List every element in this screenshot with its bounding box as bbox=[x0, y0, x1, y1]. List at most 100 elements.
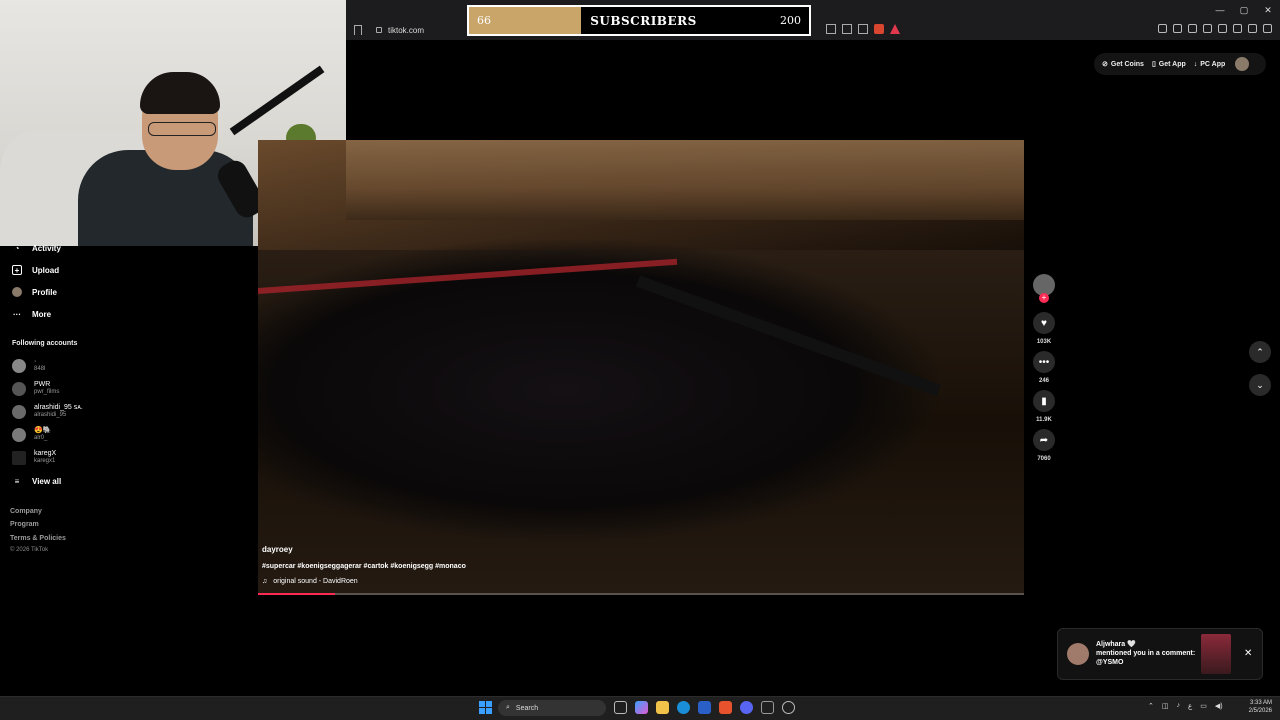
save-count: 11.9K bbox=[1036, 417, 1052, 423]
account-name: 😍🐘 bbox=[34, 427, 52, 434]
subscriber-label: SUBSCRIBERS bbox=[590, 13, 697, 28]
footer-link-program[interactable]: Program bbox=[10, 521, 39, 528]
pc-app-button[interactable]: ↓ PC App bbox=[1194, 61, 1226, 68]
share-icon[interactable] bbox=[858, 24, 868, 34]
obs-icon[interactable] bbox=[782, 701, 795, 714]
follow-plus-icon[interactable]: + bbox=[1039, 293, 1049, 303]
taskbar-clock[interactable]: 3:33 AM 2/5/2026 bbox=[1240, 699, 1272, 715]
site-info-icon[interactable] bbox=[376, 27, 382, 33]
sidebar-item-upload[interactable]: + Upload bbox=[12, 265, 59, 275]
store-icon[interactable] bbox=[698, 701, 711, 714]
previous-video-button[interactable]: ⌃ bbox=[1249, 341, 1271, 363]
following-account[interactable]: alrashidi_95 ꜱᴀ. alrashidi_95 bbox=[12, 404, 83, 419]
discord-icon[interactable] bbox=[740, 701, 753, 714]
terminal-icon[interactable] bbox=[761, 701, 774, 714]
footer-link-terms[interactable]: Terms & Policies bbox=[10, 535, 66, 542]
screenshot-icon[interactable] bbox=[842, 24, 852, 34]
share-button[interactable]: ➦ bbox=[1033, 429, 1055, 451]
chevron-up-icon[interactable]: ⌃ bbox=[1148, 702, 1154, 710]
sidebar-icon[interactable] bbox=[1203, 24, 1212, 33]
maximize-button[interactable]: ▢ bbox=[1232, 0, 1256, 20]
wallet-icon[interactable] bbox=[1218, 24, 1227, 33]
minimize-button[interactable]: — bbox=[1208, 0, 1232, 20]
avatar bbox=[12, 358, 26, 373]
following-account[interactable]: karegX karegx1 bbox=[12, 450, 56, 465]
account-handle: 848l bbox=[34, 366, 46, 372]
pc-app-label: PC App bbox=[1200, 60, 1226, 68]
video-progress-track[interactable] bbox=[258, 593, 1024, 595]
profile-icon bbox=[12, 287, 22, 297]
following-account[interactable]: PWR pwr_films bbox=[12, 381, 59, 396]
extension-icon[interactable] bbox=[1173, 24, 1182, 33]
streamer-hair bbox=[140, 72, 220, 114]
footer-link-company[interactable]: Company bbox=[10, 508, 42, 515]
edge-icon[interactable] bbox=[677, 701, 690, 714]
menu-icon[interactable] bbox=[1263, 24, 1272, 33]
address-bar[interactable]: tiktok.com bbox=[376, 26, 424, 35]
more-icon: ··· bbox=[13, 309, 21, 319]
streamer-glasses bbox=[148, 122, 216, 136]
keyboard-icon[interactable]: ع bbox=[1188, 702, 1192, 710]
close-icon[interactable]: ✕ bbox=[1244, 648, 1252, 659]
sidebar-item-profile[interactable]: Profile bbox=[12, 287, 57, 297]
next-video-button[interactable]: ⌄ bbox=[1249, 374, 1271, 396]
media-icon[interactable] bbox=[1188, 24, 1197, 33]
account-name: · bbox=[34, 358, 37, 365]
leo-icon[interactable] bbox=[1233, 24, 1242, 33]
window-controls: — ▢ ✕ bbox=[1208, 0, 1280, 20]
following-account[interactable]: 😍🐘 alr0_ bbox=[12, 427, 51, 442]
sidebar-item-label: More bbox=[32, 309, 52, 319]
taskbar-search[interactable]: ⌕ Search bbox=[498, 700, 606, 716]
bookmark-icon[interactable] bbox=[354, 25, 362, 35]
video-background-wall bbox=[346, 140, 1024, 220]
search-icon: ⌕ bbox=[506, 704, 510, 711]
extension-icon[interactable] bbox=[1158, 24, 1167, 33]
coin-icon: ⊘ bbox=[1102, 61, 1108, 68]
notification-thumbnail bbox=[1201, 634, 1231, 674]
notification-text: Aljwhara 🤍 mentioned you in a comment: @… bbox=[1096, 640, 1196, 667]
mic-icon[interactable]: ♪ bbox=[1177, 702, 1181, 710]
display-icon[interactable]: ▭ bbox=[1200, 702, 1207, 710]
windows-start-icon[interactable] bbox=[479, 701, 492, 714]
like-button[interactable]: ♥ bbox=[1033, 312, 1055, 334]
brave-shield-icon[interactable] bbox=[874, 24, 884, 34]
close-window-button[interactable]: ✕ bbox=[1256, 0, 1280, 20]
file-explorer-icon[interactable] bbox=[656, 701, 669, 714]
vpn-icon[interactable] bbox=[1248, 24, 1257, 33]
address-bar-actions bbox=[826, 24, 900, 34]
volume-icon[interactable]: ◀) bbox=[1215, 702, 1223, 710]
sidebar-item-activity[interactable]: ◔ Activity bbox=[12, 243, 61, 253]
sidebar-item-label: Profile bbox=[32, 287, 57, 297]
notification-user: Aljwhara 🤍 bbox=[1096, 641, 1136, 648]
comment-count: 246 bbox=[1038, 378, 1049, 384]
subscriber-goal-bar: 66 SUBSCRIBERS 200 bbox=[467, 5, 811, 36]
get-coins-button[interactable]: ⊘ Get Coins bbox=[1102, 60, 1144, 69]
music-icon: ♫ bbox=[262, 578, 268, 585]
account-handle: alrashidi_95 bbox=[34, 412, 67, 418]
brave-icon[interactable] bbox=[719, 701, 732, 714]
video-sound[interactable]: ♫ original sound - DavidRoen bbox=[262, 578, 358, 585]
task-view-icon[interactable] bbox=[614, 701, 627, 714]
copilot-icon[interactable] bbox=[635, 701, 648, 714]
chevron-up-icon: ⌃ bbox=[1256, 346, 1264, 357]
comment-button[interactable]: ••• bbox=[1033, 351, 1055, 373]
view-all-link[interactable]: ≡ View all bbox=[12, 476, 62, 486]
following-account[interactable]: · 848l bbox=[12, 358, 45, 373]
network-icon[interactable]: ◫ bbox=[1162, 702, 1169, 710]
account-name: alrashidi_95 ꜱᴀ. bbox=[34, 404, 83, 411]
mention-notification[interactable]: Aljwhara 🤍 mentioned you in a comment: @… bbox=[1057, 628, 1263, 680]
activity-icon: ◔ bbox=[14, 243, 20, 253]
user-avatar[interactable] bbox=[1235, 57, 1250, 71]
get-app-button[interactable]: ▯ Get App bbox=[1152, 60, 1186, 69]
brave-rewards-icon[interactable] bbox=[890, 24, 900, 34]
avatar bbox=[12, 450, 26, 465]
sidebar-item-label: Activity bbox=[32, 243, 61, 253]
bookmark-icon: ▮ bbox=[1041, 395, 1047, 407]
video-author[interactable]: dayroey bbox=[262, 545, 293, 554]
video-description[interactable]: #supercar #koenigseggagerar #cartok #koe… bbox=[262, 563, 466, 570]
sidebar-item-more[interactable]: ··· More bbox=[12, 309, 51, 319]
save-button[interactable]: ▮ bbox=[1033, 390, 1055, 412]
video-player[interactable] bbox=[258, 140, 1024, 595]
translate-icon[interactable] bbox=[826, 24, 836, 34]
download-icon: ↓ bbox=[1193, 60, 1198, 68]
